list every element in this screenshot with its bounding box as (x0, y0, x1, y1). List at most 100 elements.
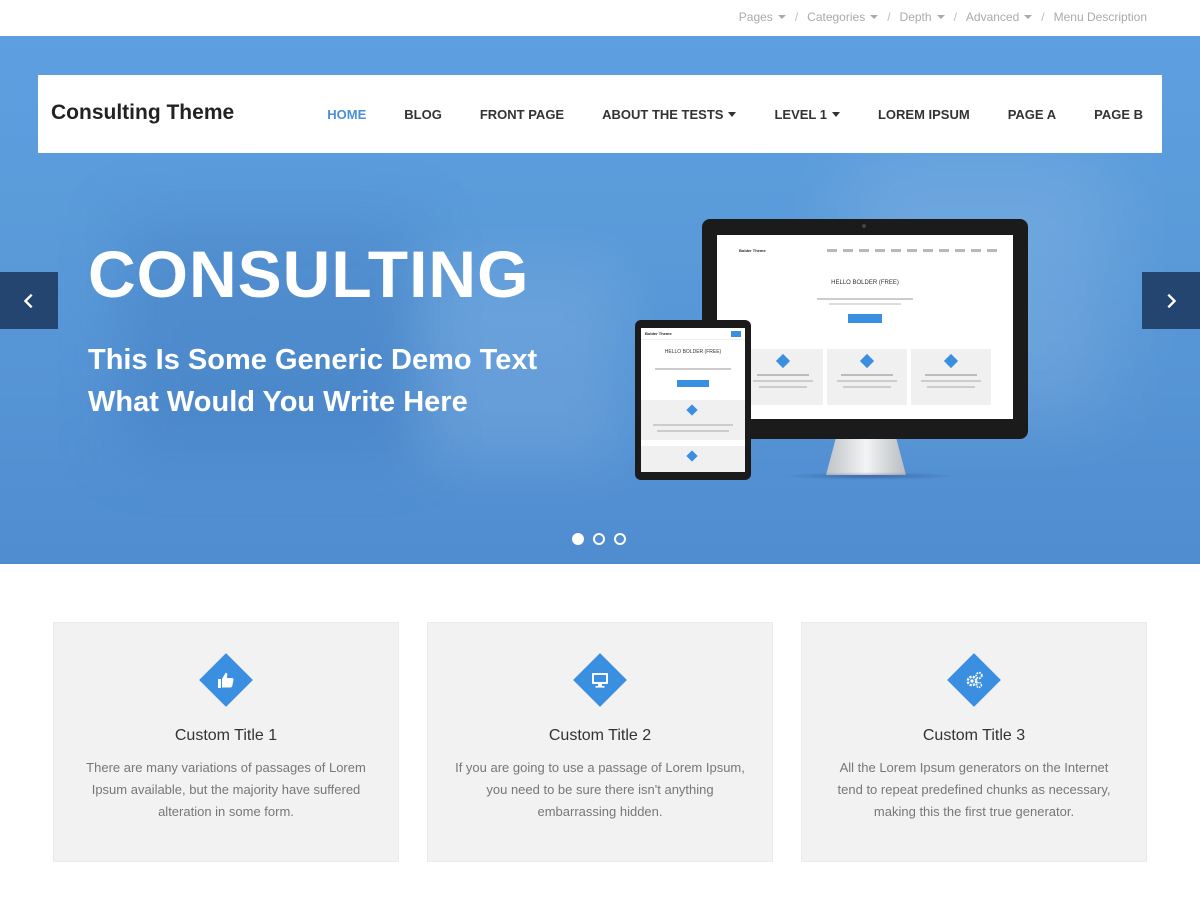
nav-item-label: ABOUT THE TESTS (602, 106, 724, 122)
nav-item-label: LEVEL 1 (774, 106, 827, 122)
utility-item-label: Menu Description (1053, 10, 1147, 24)
mockup-feature-box (911, 349, 991, 405)
utility-menu: Pages / Categories / Depth / Advanced / … (739, 10, 1147, 24)
caret-down-icon (1024, 15, 1033, 19)
hero-slider: Consulting Theme HOME BLOG FRONT PAGE AB… (0, 36, 1200, 564)
nav-item-label: BLOG (404, 106, 442, 122)
mockup-heading: HELLO BOLDER (FREE) (831, 280, 899, 286)
mockup-diamond-icon (686, 450, 698, 462)
mockup-button (677, 380, 709, 387)
slider-dot-2[interactable] (593, 533, 605, 545)
feature-text: If you are going to use a passage of Lor… (455, 760, 745, 819)
feature-text: There are many variations of passages of… (86, 760, 366, 819)
thumbs-up-icon (207, 661, 245, 699)
hero-title: CONSULTING (88, 237, 530, 311)
nav-item-label: HOME (327, 106, 367, 122)
nav-item-home[interactable]: HOME (308, 107, 385, 122)
mockup-text-line (925, 374, 977, 376)
gears-icon (955, 661, 993, 699)
mockup-feature-box (641, 400, 745, 440)
monitor-shadow (780, 472, 960, 480)
caret-down-icon (936, 15, 945, 19)
mockup-text-line (921, 380, 981, 382)
nav-item-about-the-tests[interactable]: ABOUT THE TESTS (583, 107, 755, 122)
nav-item-page-b[interactable]: PAGE B (1075, 107, 1162, 122)
mockup-diamond-icon (859, 353, 875, 369)
main-header: Consulting Theme HOME BLOG FRONT PAGE AB… (38, 75, 1162, 153)
main-nav: HOME BLOG FRONT PAGE ABOUT THE TESTS LEV… (308, 75, 1162, 153)
feature-box-1: Custom Title 1 There are many variations… (53, 622, 399, 862)
nav-item-page-a[interactable]: PAGE A (989, 107, 1075, 122)
utility-item-categories[interactable]: Categories (807, 10, 879, 24)
mockup-text-line (653, 424, 733, 426)
top-utility-bar: Pages / Categories / Depth / Advanced / … (0, 0, 1200, 36)
utility-item-depth[interactable]: Depth (900, 10, 945, 24)
mockup-feature-box (827, 349, 907, 405)
utility-item-menu-description[interactable]: Menu Description (1054, 10, 1147, 24)
slider-dot-1[interactable] (572, 533, 584, 545)
mockup-text-line (757, 374, 809, 376)
feature-box-2: Custom Title 2 If you are going to use a… (427, 622, 773, 862)
mockup-text-line (837, 380, 897, 382)
mockup-text-line (841, 374, 893, 376)
monitor-icon (581, 661, 619, 699)
hamburger-icon (731, 331, 741, 337)
mockup-text-line (829, 303, 901, 305)
caret-down-icon (831, 111, 840, 117)
caret-down-icon (728, 111, 737, 117)
nav-item-lorem-ipsum[interactable]: LOREM IPSUM (859, 107, 989, 122)
mockup-feature-box (743, 349, 823, 405)
nav-item-label: FRONT PAGE (479, 106, 565, 122)
site-brand[interactable]: Consulting Theme (51, 101, 234, 125)
slider-prev-button[interactable] (0, 272, 58, 329)
mockup-heading: HELLO BOLDER (FREE) (664, 349, 722, 355)
utility-item-pages[interactable]: Pages (739, 10, 786, 24)
nav-item-label: PAGE B (1094, 106, 1143, 122)
utility-item-label: Categories (807, 10, 866, 24)
mockup-text-line (817, 298, 913, 300)
caret-down-icon (777, 15, 786, 19)
feature-text: All the Lorem Ipsum generators on the In… (837, 760, 1111, 819)
monitor-stand (826, 439, 906, 475)
utility-item-advanced[interactable]: Advanced (965, 10, 1033, 24)
mockup-text-line (927, 386, 975, 388)
utility-item-label: Advanced (965, 10, 1020, 24)
camera-dot (862, 224, 866, 228)
mockup-diamond-icon (775, 353, 791, 369)
feature-title: Custom Title 2 (548, 727, 652, 744)
monitor-screen: Bolder Theme HELLO BOLDER (FREE) (717, 235, 1013, 419)
nav-item-level-1[interactable]: LEVEL 1 (755, 107, 859, 122)
nav-item-label: LOREM IPSUM (877, 106, 970, 122)
utility-item-label: Depth (899, 10, 932, 24)
nav-item-blog[interactable]: BLOG (385, 107, 461, 122)
mockup-text-line (843, 386, 891, 388)
separator: / (887, 10, 891, 24)
separator: / (1041, 10, 1045, 24)
hero-subtitle: This Is Some Generic Demo Text What Woul… (88, 339, 608, 423)
utility-item-label: Pages (738, 10, 773, 24)
chevron-left-icon (23, 293, 33, 308)
mockup-text-line (655, 368, 731, 370)
slider-dot-3[interactable] (614, 533, 626, 545)
nav-item-front-page[interactable]: FRONT PAGE (461, 107, 583, 122)
mockup-brand: Bolder Theme (739, 248, 766, 253)
mockup-button (848, 314, 882, 323)
caret-down-icon (870, 15, 879, 19)
hero-subtitle-line: What Would You Write Here (88, 386, 468, 418)
mockup-text-line (657, 430, 729, 432)
feature-box-3: Custom Title 3 All the Lorem Ipsum gener… (801, 622, 1147, 862)
separator: / (953, 10, 957, 24)
tablet-header: Bolder Theme (641, 328, 745, 340)
mockup-brand: Bolder Theme (645, 331, 672, 336)
mockup-feature-box (641, 446, 745, 472)
slider-next-button[interactable] (1142, 272, 1200, 329)
mockup-text-line (753, 380, 813, 382)
mockup-diamond-icon (943, 353, 959, 369)
feature-title: Custom Title 1 (174, 727, 278, 744)
mockup-diamond-icon (686, 404, 698, 416)
feature-title: Custom Title 3 (922, 727, 1026, 744)
separator: / (794, 10, 799, 24)
chevron-right-icon (1167, 293, 1177, 308)
nav-item-label: PAGE A (1007, 106, 1057, 122)
tablet-mockup: Bolder Theme HELLO BOLDER (FREE) (635, 320, 751, 480)
